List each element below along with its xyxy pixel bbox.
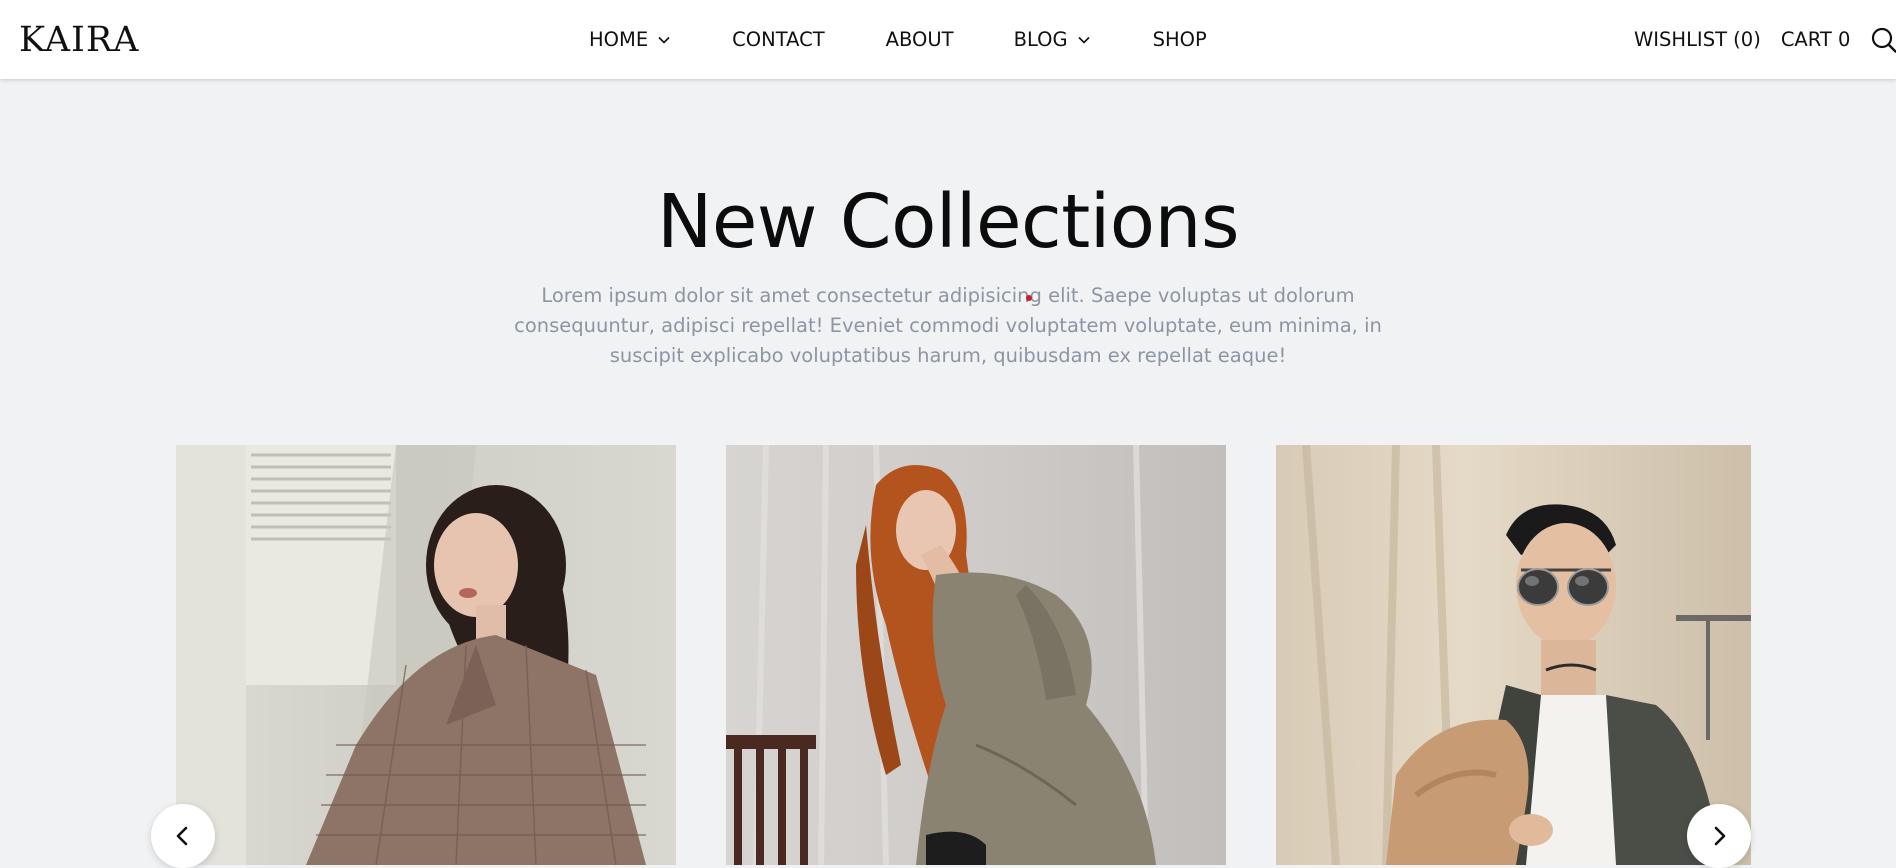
search-icon[interactable] [1870, 26, 1896, 54]
product-image [1276, 445, 1751, 865]
nav-item-label: CONTACT [732, 28, 825, 51]
nav-item-label: SHOP [1152, 28, 1207, 51]
nav-item-shop[interactable]: SHOP [1153, 28, 1207, 51]
mouse-cursor-dot [1026, 295, 1032, 301]
chevron-left-icon [176, 826, 188, 846]
site-header: KAIRA HOME CONTACT ABOUT BLOG SHOP WISHL… [0, 0, 1896, 79]
header-tools: WISHLIST (0) CART 0 [1634, 0, 1896, 79]
wishlist-link[interactable]: WISHLIST (0) [1634, 28, 1761, 51]
nav-item-home[interactable]: HOME [589, 28, 671, 51]
chevron-down-icon [1078, 36, 1090, 44]
product-image [726, 445, 1226, 865]
nav-item-label: HOME [589, 28, 649, 51]
carousel-prev-button[interactable] [151, 804, 215, 868]
product-card[interactable] [1276, 445, 1751, 865]
section-title: New Collections [656, 179, 1240, 265]
nav-item-label: ABOUT [885, 28, 954, 51]
nav-item-blog[interactable]: BLOG [1014, 28, 1091, 51]
brand-logo[interactable]: KAIRA [19, 18, 139, 62]
nav-item-about[interactable]: ABOUT [886, 28, 954, 51]
product-card[interactable] [176, 445, 676, 865]
product-carousel [0, 445, 1896, 865]
nav-item-contact[interactable]: CONTACT [732, 28, 824, 51]
nav-item-label: BLOG [1013, 28, 1068, 51]
chevron-down-icon [658, 36, 670, 44]
product-card[interactable] [726, 445, 1226, 865]
chevron-right-icon [1714, 826, 1726, 846]
carousel-next-button[interactable] [1687, 804, 1751, 868]
product-image [176, 445, 676, 865]
cart-link[interactable]: CART 0 [1781, 28, 1851, 51]
main-nav: HOME CONTACT ABOUT BLOG SHOP [589, 0, 1207, 79]
section-description: Lorem ipsum dolor sit amet consectetur a… [514, 284, 1382, 367]
